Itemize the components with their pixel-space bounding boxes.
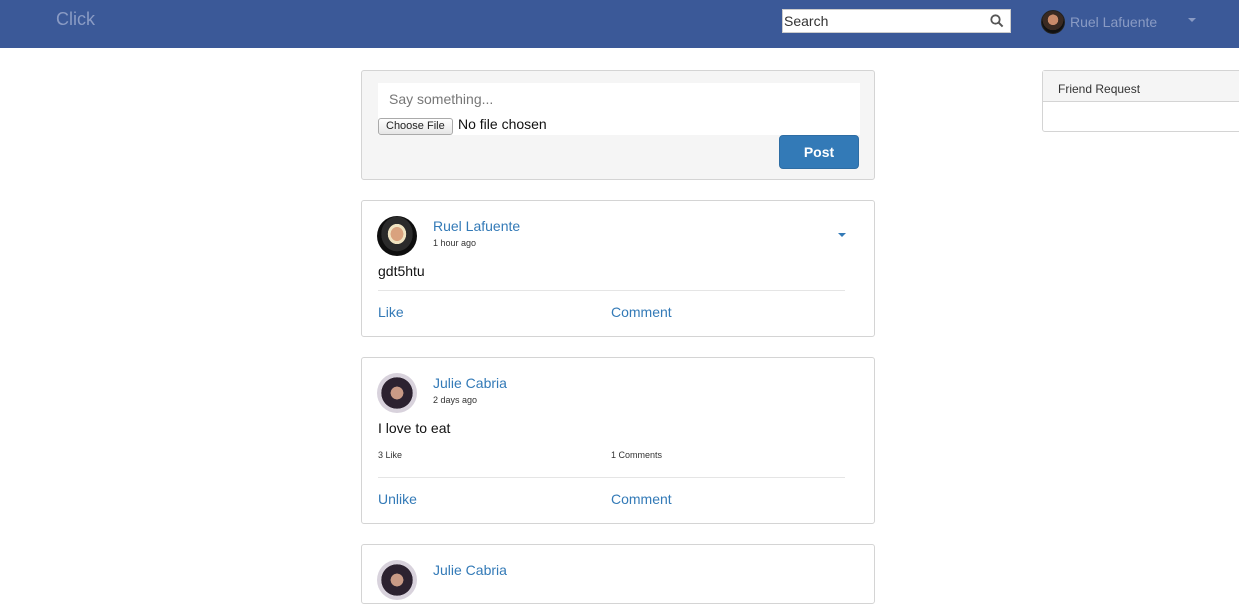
post-composer: Choose File No file chosen Post bbox=[361, 70, 875, 180]
comment-count[interactable]: 1 Comments bbox=[611, 450, 662, 460]
avatar[interactable] bbox=[377, 216, 417, 256]
friend-request-title: Friend Request bbox=[1043, 71, 1239, 102]
divider bbox=[378, 477, 845, 478]
status-input[interactable] bbox=[389, 91, 689, 107]
post-author[interactable]: Ruel Lafuente bbox=[433, 218, 520, 234]
post-card: Julie Cabria bbox=[361, 544, 875, 604]
avatar bbox=[1041, 10, 1065, 34]
unlike-button[interactable]: Unlike bbox=[378, 491, 417, 507]
chevron-down-icon[interactable] bbox=[838, 233, 846, 237]
avatar[interactable] bbox=[377, 560, 417, 600]
brand-logo[interactable]: Click bbox=[56, 9, 95, 30]
post-button[interactable]: Post bbox=[779, 135, 859, 169]
post-card: Ruel Lafuente 1 hour ago gdt5htu Like Co… bbox=[361, 200, 875, 337]
avatar[interactable] bbox=[377, 373, 417, 413]
comment-button[interactable]: Comment bbox=[611, 304, 672, 320]
post-card: Julie Cabria 2 days ago I love to eat 3 … bbox=[361, 357, 875, 524]
post-timestamp: 1 hour ago bbox=[433, 238, 477, 248]
divider bbox=[378, 290, 845, 291]
post-author[interactable]: Julie Cabria bbox=[433, 562, 507, 578]
post-text: I love to eat bbox=[378, 420, 451, 436]
post-text: gdt5htu bbox=[378, 263, 425, 279]
comment-button[interactable]: Comment bbox=[611, 491, 672, 507]
search-box bbox=[782, 9, 1011, 33]
like-button[interactable]: Like bbox=[378, 304, 404, 320]
user-name: Ruel Lafuente bbox=[1070, 14, 1158, 30]
search-icon[interactable] bbox=[990, 14, 1004, 28]
friend-request-panel: Friend Request bbox=[1042, 70, 1239, 132]
choose-file-button[interactable]: Choose File bbox=[378, 118, 453, 135]
file-status-text: No file chosen bbox=[458, 116, 547, 132]
like-count[interactable]: 3 Like bbox=[378, 450, 402, 460]
user-menu[interactable]: Ruel Lafuente bbox=[1041, 9, 1157, 35]
chevron-down-icon[interactable] bbox=[1188, 18, 1196, 22]
post-timestamp: 2 days ago bbox=[433, 395, 478, 405]
search-input[interactable] bbox=[783, 10, 983, 32]
post-author[interactable]: Julie Cabria bbox=[433, 375, 507, 391]
top-navbar: Click Ruel Lafuente bbox=[0, 0, 1239, 48]
